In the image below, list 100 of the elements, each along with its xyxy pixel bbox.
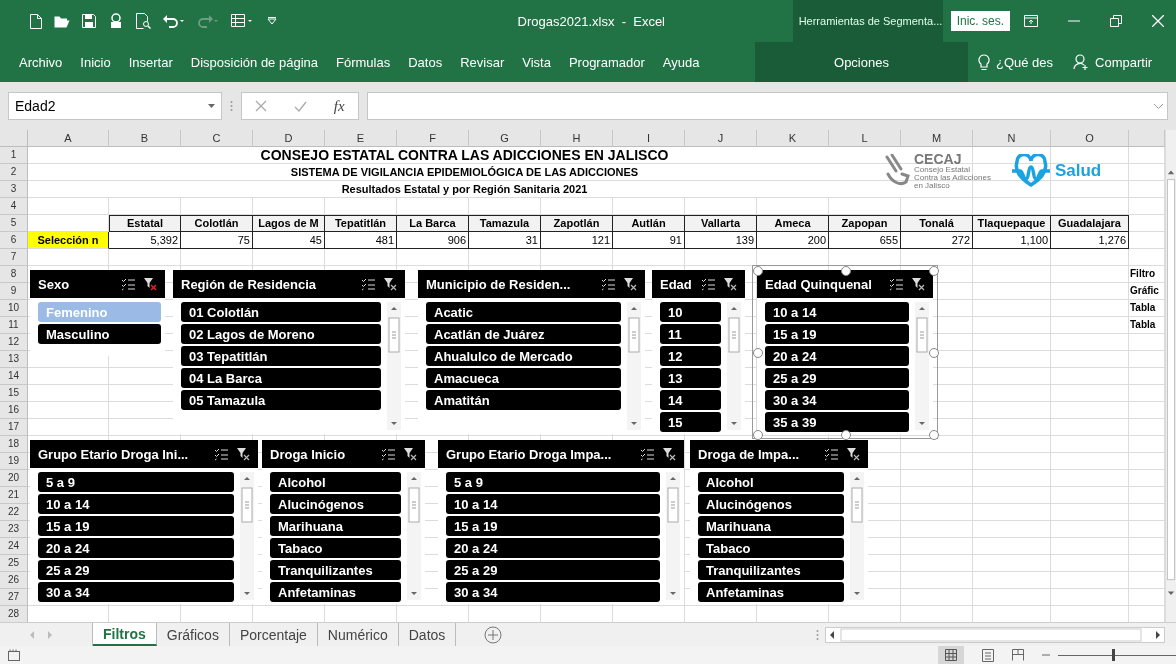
slicer-item[interactable]: Marihuana <box>698 516 844 536</box>
row-header[interactable]: 25 <box>0 555 28 572</box>
clear-filter-icon[interactable] <box>623 277 637 291</box>
tell-me-search[interactable]: ¿Qué des <box>996 54 1054 70</box>
insert-function-button[interactable]: fx <box>333 97 345 115</box>
row-header[interactable]: 15 <box>0 385 28 402</box>
slicer-item[interactable]: 15 a 19 <box>446 516 660 536</box>
slicer-item[interactable]: Acatic <box>426 302 621 322</box>
scrollbar[interactable] <box>407 472 421 600</box>
row-header[interactable]: 5 <box>0 215 28 232</box>
slicer-item[interactable]: Amatitán <box>426 390 621 410</box>
slicer-item[interactable]: 25 a 29 <box>38 560 234 580</box>
slicer-item[interactable]: Marihuana <box>270 516 401 536</box>
slicer-item[interactable]: Anfetaminas <box>698 582 844 602</box>
ribbon-tab[interactable]: Disposición de página <box>181 54 327 70</box>
row-header[interactable]: 7 <box>0 249 28 266</box>
undo-icon[interactable] <box>163 14 185 28</box>
sign-in-button[interactable]: Inic. ses. <box>950 11 1010 31</box>
ribbon-tab[interactable]: Revisar <box>451 54 514 70</box>
slicer-item[interactable]: Tabaco <box>698 538 844 558</box>
slicer-item[interactable]: Amacueca <box>426 368 621 388</box>
slicer-item[interactable]: 11 <box>660 324 721 344</box>
column-header[interactable]: E <box>325 130 397 147</box>
slicer-panel[interactable]: Droga de Impa... Alcohol Alucinógenos Marihuana Tabaco Tranquilizantes Anfetaminas <box>690 440 868 604</box>
vertical-scrollbar[interactable] <box>1165 130 1176 622</box>
ribbon-tab[interactable]: Inicio <box>71 54 120 70</box>
slicer-item[interactable]: Alucinógenos <box>698 494 844 514</box>
row-header[interactable]: 12 <box>0 334 28 351</box>
column-header[interactable]: F <box>397 130 469 147</box>
slicer-item[interactable]: Masculino <box>38 324 161 344</box>
clear-filter-icon[interactable] <box>911 277 925 291</box>
column-header[interactable]: O <box>1051 130 1129 147</box>
column-header[interactable]: H <box>541 130 613 147</box>
row-header[interactable]: 14 <box>0 368 28 385</box>
slicer-item[interactable]: 15 a 19 <box>38 516 234 536</box>
slicer-item[interactable]: 02 Lagos de Moreno <box>181 324 381 344</box>
slicer-item[interactable]: 25 a 29 <box>765 368 909 388</box>
slicer-item[interactable]: 10 <box>660 302 721 322</box>
slicer-item[interactable]: 5 a 9 <box>446 472 660 492</box>
slicer-item[interactable]: Tranquilizantes <box>698 560 844 580</box>
slicer-item[interactable]: 14 <box>660 390 721 410</box>
slicer-item[interactable]: Acatlán de Juárez <box>426 324 621 344</box>
slicer-item[interactable]: Alcohol <box>270 472 401 492</box>
ribbon-display-icon[interactable] <box>1024 15 1038 27</box>
column-header[interactable]: N <box>973 130 1051 147</box>
context-ribbon-tab[interactable]: Opciones <box>755 42 968 82</box>
clear-filter-icon[interactable] <box>662 447 676 461</box>
slicer-item[interactable]: 25 a 29 <box>446 560 660 580</box>
clear-filter-icon[interactable] <box>403 447 417 461</box>
formula-input[interactable] <box>367 92 1168 120</box>
caret-icon[interactable] <box>208 104 215 108</box>
expand-icon[interactable] <box>1154 103 1163 109</box>
slicer-item[interactable]: 15 a 19 <box>765 324 909 344</box>
clear-filter-icon[interactable] <box>846 447 860 461</box>
slicer-item[interactable]: 20 a 24 <box>38 538 234 558</box>
ribbon-tab[interactable]: Vista <box>513 54 560 70</box>
share-button[interactable]: Compartir <box>1095 54 1153 70</box>
multi-select-icon[interactable] <box>381 447 395 461</box>
slicer-item[interactable]: 5 a 9 <box>38 472 234 492</box>
column-header[interactable]: B <box>109 130 181 147</box>
column-header[interactable]: G <box>469 130 541 147</box>
slicer-item[interactable]: Ahualulco de Mercado <box>426 346 621 366</box>
slicer-item[interactable]: 04 La Barca <box>181 368 381 388</box>
slicer-item[interactable]: Anfetaminas <box>270 582 401 602</box>
add-sheet-icon[interactable] <box>484 625 503 644</box>
multi-select-icon[interactable] <box>701 277 715 291</box>
column-header[interactable]: C <box>181 130 253 147</box>
row-header[interactable]: 13 <box>0 351 28 368</box>
multi-select-icon[interactable] <box>640 447 654 461</box>
slicer-item[interactable]: 35 a 39 <box>765 412 909 432</box>
slicer-panel[interactable]: Edad Quinquenal 10 a 14 15 a 19 20 a 24 25 a 29 30 a 34 35 a 39 <box>757 270 933 434</box>
page-break-icon[interactable] <box>1012 649 1024 661</box>
person-icon[interactable] <box>1073 54 1090 70</box>
slicer-item[interactable]: 12 <box>660 346 721 366</box>
scrollbar[interactable] <box>387 302 401 430</box>
row-header[interactable]: 28 <box>0 606 28 622</box>
column-header[interactable]: I <box>613 130 685 147</box>
slicer-item[interactable]: Alucinógenos <box>270 494 401 514</box>
row-header[interactable]: 10 <box>0 300 28 317</box>
row-header[interactable]: 8 <box>0 266 28 283</box>
resize-handle[interactable] <box>841 266 851 276</box>
resize-handle[interactable] <box>929 430 939 440</box>
row-header[interactable]: 23 <box>0 521 28 538</box>
horizontal-scrollbar[interactable] <box>825 626 1165 643</box>
customize-toolbar-icon[interactable] <box>267 17 277 25</box>
row-header[interactable]: 9 <box>0 283 28 300</box>
multi-select-icon[interactable] <box>601 277 615 291</box>
row-header[interactable]: 24 <box>0 538 28 555</box>
form-icon[interactable] <box>231 13 255 29</box>
slicer-item[interactable]: 13 <box>660 368 721 388</box>
clear-filter-icon[interactable] <box>723 277 737 291</box>
slicer-panel[interactable]: Edad 10 11 12 13 14 15 <box>652 270 745 434</box>
slicer-panel[interactable]: Región de Residencia 01 Colotlán 02 Lagos de Moreno 03 Tepatitlán 04 La Barca 05 Tamazula <box>173 270 405 434</box>
slicer-item[interactable]: Tranquilizantes <box>270 560 401 580</box>
multi-select-icon[interactable] <box>361 277 375 291</box>
slicer-item[interactable]: 30 a 34 <box>446 582 660 602</box>
ribbon-tab[interactable]: Datos <box>399 54 452 70</box>
slicer-item[interactable]: 10 a 14 <box>765 302 909 322</box>
row-header[interactable]: 21 <box>0 487 28 504</box>
row-header[interactable]: 6 <box>0 232 28 249</box>
